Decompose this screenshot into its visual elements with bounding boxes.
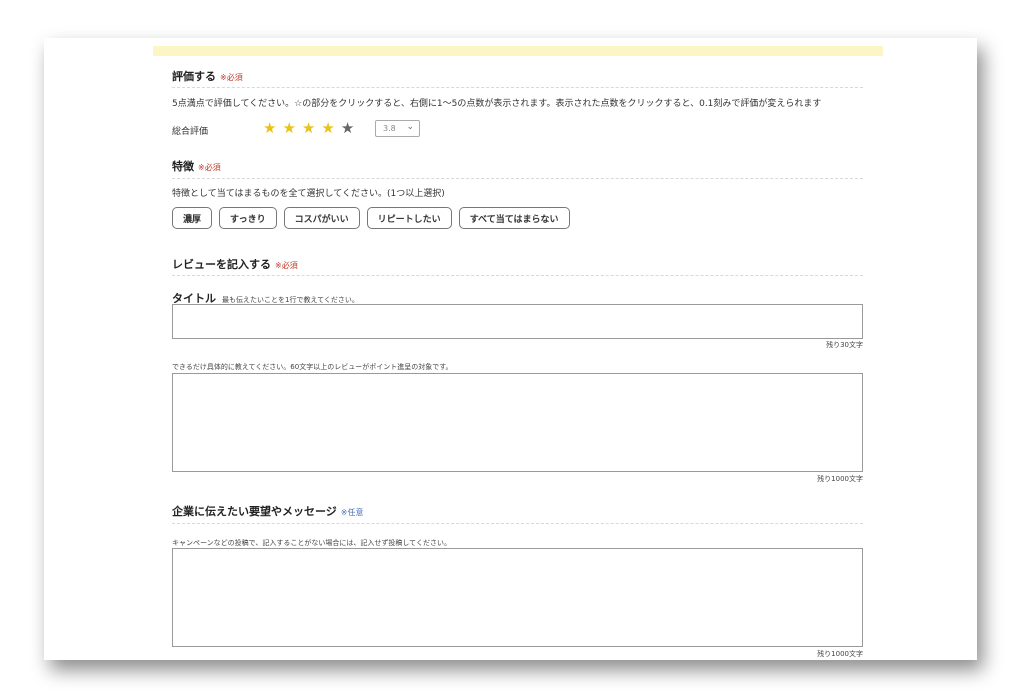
feature-option-none[interactable]: すべて当てはまらない	[458, 207, 570, 229]
star-icon[interactable]: ★	[263, 121, 276, 136]
features-title: 特徴	[172, 160, 194, 173]
feature-option-noukou[interactable]: 濃厚	[172, 207, 213, 229]
review-required-badge: ※必須	[275, 261, 298, 270]
review-section-title: レビューを記入する ※必須	[172, 256, 298, 272]
divider	[172, 87, 863, 88]
page-card: 評価する ※必須 5点満点で評価してください。☆の部分をクリックすると、右側に1〜…	[44, 38, 977, 660]
review-title: レビューを記入する	[172, 258, 271, 271]
score-select[interactable]: 3.8 ⌄	[375, 120, 420, 137]
feature-option-repeat[interactable]: リピートしたい	[366, 207, 452, 229]
feature-option-sukkiri[interactable]: すっきり	[219, 207, 277, 229]
message-title: 企業に伝えたい要望やメッセージ	[172, 505, 337, 518]
star-icon[interactable]: ★	[321, 121, 334, 136]
star-rating[interactable]: ★ ★ ★ ★ ★	[263, 121, 354, 136]
message-char-counter: 残り1000文字	[817, 650, 863, 658]
features-description: 特徴として当てはまるものを全て選択してください。(1つ以上選択)	[172, 189, 445, 199]
top-band	[153, 46, 883, 56]
features-section-title: 特徴 ※必須	[172, 158, 221, 174]
star-icon[interactable]: ★	[341, 121, 354, 136]
review-body-textarea[interactable]	[172, 373, 863, 472]
feature-option-cospa[interactable]: コスパがいい	[283, 207, 360, 229]
score-value: 3.8	[383, 124, 396, 133]
rating-title: 評価する	[172, 70, 216, 83]
star-icon[interactable]: ★	[282, 121, 295, 136]
rating-section-title: 評価する ※必須	[172, 68, 243, 84]
divider	[172, 275, 863, 276]
overall-rating-label: 総合評価	[172, 127, 209, 137]
rating-required-badge: ※必須	[220, 73, 243, 82]
rating-description: 5点満点で評価してください。☆の部分をクリックすると、右側に1〜5の点数が表示さ…	[172, 99, 822, 109]
message-section-title: 企業に伝えたい要望やメッセージ ※任意	[172, 503, 363, 519]
message-textarea[interactable]	[172, 548, 863, 647]
star-icon[interactable]: ★	[302, 121, 315, 136]
feature-options: 濃厚 すっきり コスパがいい リピートしたい すべて当てはまらない	[172, 207, 570, 229]
title-char-counter: 残り30文字	[826, 341, 863, 349]
review-body-hint: できるだけ具体的に教えてください。60文字以上のレビューがポイント進呈の対象です…	[172, 363, 453, 371]
message-optional-badge: ※任意	[340, 508, 364, 517]
features-required-badge: ※必須	[198, 163, 221, 172]
review-form: 評価する ※必須 5点満点で評価してください。☆の部分をクリックすると、右側に1〜…	[153, 38, 883, 660]
body-char-counter: 残り1000文字	[817, 475, 863, 483]
review-title-input[interactable]	[172, 304, 863, 339]
divider	[172, 178, 863, 179]
chevron-down-icon: ⌄	[406, 122, 414, 132]
divider	[172, 523, 863, 524]
message-hint: キャンペーンなどの投稿で、記入することがない場合には、記入せず投稿してください。	[172, 539, 451, 547]
title-hint: 最も伝えたいことを1行で教えてください。	[222, 296, 359, 304]
